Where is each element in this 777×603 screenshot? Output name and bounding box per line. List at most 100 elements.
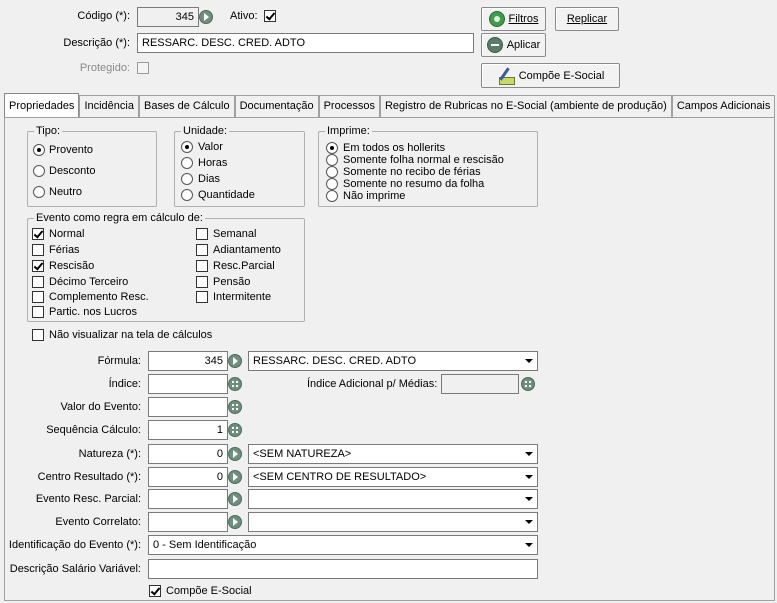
evento-ferias-checkbox[interactable] <box>32 244 44 256</box>
imprime-recibo-ferias-label: Somente no recibo de férias <box>343 166 481 178</box>
formula-label: Fórmula: <box>97 355 141 367</box>
nao-visualizar-label: Não visualizar na tela de cálculos <box>49 329 213 341</box>
centro-select-value: <SEM CENTRO DE RESULTADO> <box>253 471 427 483</box>
chevron-down-icon[interactable] <box>521 514 536 530</box>
indice-adicional-calculator-icon[interactable] <box>521 377 535 391</box>
correlato-label: Evento Correlato: <box>55 516 141 528</box>
sequencia-calculator-icon[interactable] <box>228 423 242 437</box>
evento-decimo-checkbox[interactable] <box>32 276 44 288</box>
evento-pensao-checkbox[interactable] <box>196 276 208 288</box>
filter-icon <box>488 11 505 27</box>
compoe-esocial-button[interactable]: Compõe E-Social <box>481 63 620 88</box>
ativo-checkbox[interactable] <box>264 10 276 22</box>
imprime-todos-radio[interactable] <box>326 142 338 154</box>
natureza-select-value: <SEM NATUREZA> <box>253 448 352 460</box>
unidade-dias-radio[interactable] <box>181 173 193 185</box>
chevron-down-icon[interactable] <box>521 491 536 507</box>
indice-adicional-input[interactable] <box>441 374 519 394</box>
centro-code-input[interactable]: 0 <box>148 467 228 487</box>
evento-resc-parcial-label: Resc.Parcial <box>213 260 275 272</box>
unidade-caption: Unidade: <box>181 125 230 137</box>
centro-lookup-icon[interactable] <box>228 470 242 484</box>
tab-documentacao[interactable]: Documentação <box>234 95 319 117</box>
unidade-dias-label: Dias <box>198 173 221 185</box>
replicar-button[interactable]: Replicar <box>555 7 619 31</box>
nao-visualizar-checkbox[interactable] <box>32 329 44 341</box>
valor-evento-calculator-icon[interactable] <box>228 400 242 414</box>
valor-evento-input[interactable] <box>148 397 228 417</box>
evento-adiantamento-checkbox[interactable] <box>196 244 208 256</box>
codigo-input[interactable]: 345 <box>137 7 199 27</box>
unidade-horas-radio[interactable] <box>181 157 193 169</box>
imprime-folha-normal-radio[interactable] <box>326 154 338 166</box>
unidade-valor-radio[interactable] <box>181 141 193 153</box>
evento-rescisao-checkbox[interactable] <box>32 260 44 272</box>
aplicar-button[interactable]: Aplicar <box>481 33 546 57</box>
evento-semanal-label: Semanal <box>213 228 257 240</box>
unidade-quantidade-radio[interactable] <box>181 189 193 201</box>
imprime-todos-label: Em todos os hollerits <box>343 142 446 154</box>
imprime-recibo-ferias-radio[interactable] <box>326 166 338 178</box>
identificacao-select[interactable]: 0 - Sem Identificação <box>148 535 538 555</box>
chevron-down-icon[interactable] <box>521 353 536 369</box>
tab-bases-calculo[interactable]: Bases de Cálculo <box>138 95 235 117</box>
evento-ferias-label: Férias <box>49 244 80 256</box>
resc-parcial-lookup-icon[interactable] <box>228 492 242 506</box>
tipo-neutro-radio[interactable] <box>33 186 45 198</box>
desc-salario-input[interactable] <box>148 559 538 579</box>
natureza-label: Natureza (*): <box>78 448 141 460</box>
evento-complemento-checkbox[interactable] <box>32 291 44 303</box>
resc-parcial-code-input[interactable] <box>148 489 228 509</box>
replicar-label: Replicar <box>566 13 608 25</box>
tab-propriedades[interactable]: Propriedades <box>4 93 80 117</box>
evento-rescisao-label: Rescisão <box>49 260 95 272</box>
indice-calculator-icon[interactable] <box>228 377 242 391</box>
correlato-lookup-icon[interactable] <box>228 515 242 529</box>
evento-partic-lucros-checkbox[interactable] <box>32 306 44 318</box>
compoe-esocial-checkbox[interactable] <box>149 585 161 597</box>
tipo-neutro-label: Neutro <box>49 186 83 198</box>
evento-semanal-checkbox[interactable] <box>196 228 208 240</box>
tipo-desconto-radio[interactable] <box>33 165 45 177</box>
resc-parcial-select[interactable] <box>248 489 538 509</box>
evento-caption: Evento como regra em cálculo de: <box>34 212 205 224</box>
natureza-lookup-icon[interactable] <box>228 447 242 461</box>
protegido-checkbox <box>137 62 149 74</box>
natureza-select[interactable]: <SEM NATUREZA> <box>248 444 538 464</box>
imprime-resumo-folha-radio[interactable] <box>326 178 338 190</box>
centro-select[interactable]: <SEM CENTRO DE RESULTADO> <box>248 467 538 487</box>
formula-lookup-icon[interactable] <box>228 354 242 368</box>
correlato-select[interactable] <box>248 512 538 532</box>
chevron-down-icon[interactable] <box>521 537 536 553</box>
natureza-code-input[interactable]: 0 <box>148 444 228 464</box>
descricao-input[interactable]: RESSARC. DESC. CRED. ADTO <box>137 33 474 53</box>
evento-normal-label: Normal <box>49 228 85 240</box>
filtros-button[interactable]: Filtros <box>481 7 546 31</box>
sequencia-input[interactable]: 1 <box>148 420 228 440</box>
indice-adicional-label: Índice Adicional p/ Médias: <box>307 378 438 390</box>
codigo-lookup-icon[interactable] <box>199 10 213 24</box>
protegido-label: Protegido: <box>79 62 130 74</box>
evento-resc-parcial-checkbox[interactable] <box>196 260 208 272</box>
indice-input[interactable] <box>148 374 228 394</box>
evento-adiantamento-label: Adiantamento <box>213 244 281 256</box>
identificacao-label: Identificação do Evento (*): <box>8 539 141 551</box>
unidade-horas-label: Horas <box>198 157 228 169</box>
tipo-desconto-label: Desconto <box>49 165 96 177</box>
formula-code-input[interactable]: 345 <box>148 351 228 371</box>
imprime-nao-radio[interactable] <box>326 190 338 202</box>
evento-intermitente-checkbox[interactable] <box>196 291 208 303</box>
tipo-provento-radio[interactable] <box>33 144 45 156</box>
unidade-quantidade-label: Quantidade <box>198 189 255 201</box>
chevron-down-icon[interactable] <box>521 446 536 462</box>
correlato-code-input[interactable] <box>148 512 228 532</box>
chevron-down-icon[interactable] <box>521 469 536 485</box>
tab-registro-rubricas[interactable]: Registro de Rubricas no E-Social (ambien… <box>379 95 672 117</box>
formula-select[interactable]: RESSARC. DESC. CRED. ADTO <box>248 351 538 371</box>
tab-incidencia[interactable]: Incidência <box>79 95 139 117</box>
tab-processos[interactable]: Processos <box>318 95 380 117</box>
evento-intermitente-label: Intermitente <box>213 291 272 303</box>
evento-normal-checkbox[interactable] <box>32 228 44 240</box>
aplicar-label: Aplicar <box>506 39 541 51</box>
tab-campos-adicionais[interactable]: Campos Adicionais <box>671 95 776 117</box>
